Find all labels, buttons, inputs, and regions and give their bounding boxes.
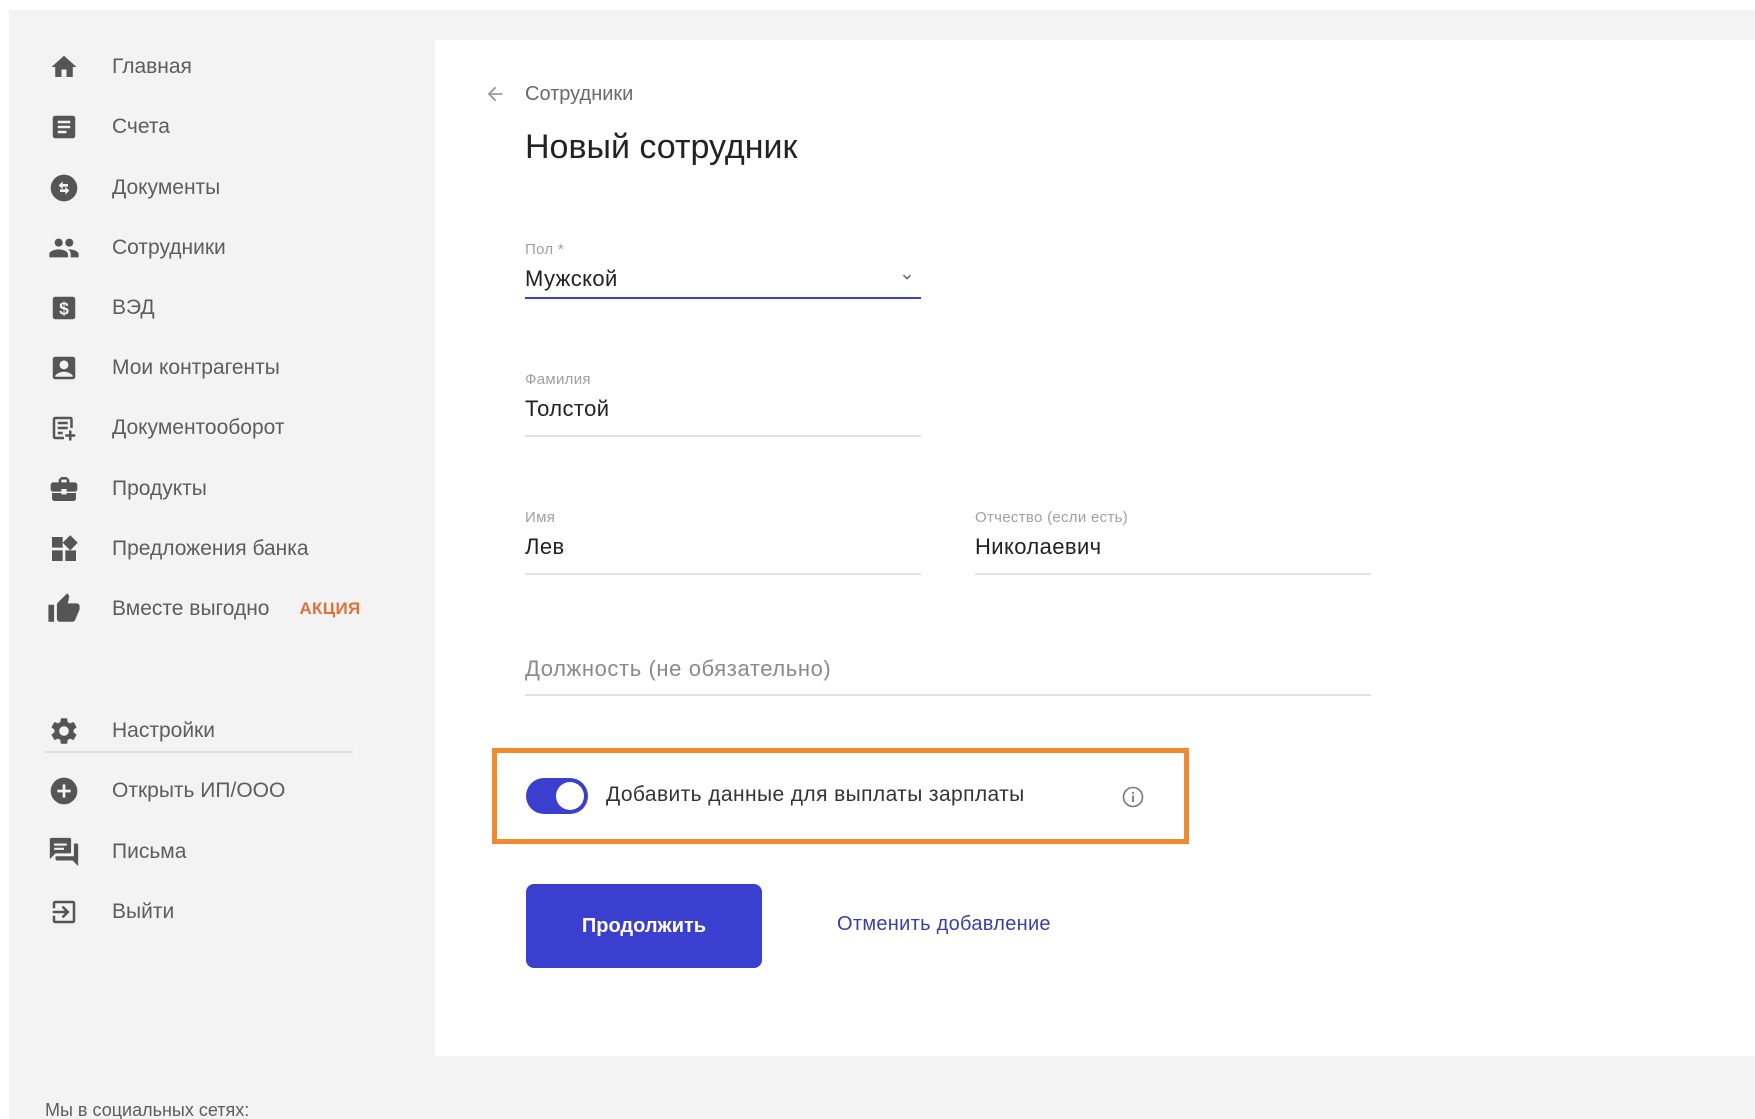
gender-value: Мужской bbox=[525, 266, 618, 291]
new-employee-card: Сотрудники Новый сотрудник Пол * Мужской… bbox=[435, 40, 1755, 1056]
back-arrow-icon[interactable] bbox=[483, 82, 507, 106]
salary-data-toggle[interactable] bbox=[526, 778, 588, 814]
widgets-icon bbox=[44, 529, 84, 569]
toggle-knob bbox=[556, 782, 584, 810]
svg-text:$: $ bbox=[59, 298, 69, 318]
logout-icon bbox=[44, 892, 84, 932]
sidebar-item-products[interactable]: Продукты bbox=[44, 469, 207, 509]
first-name-label: Имя bbox=[525, 509, 556, 526]
position-underline bbox=[525, 694, 1371, 696]
sidebar-item-bank-offers[interactable]: Предложения банка bbox=[44, 529, 309, 569]
chevron-down-icon bbox=[903, 274, 911, 280]
sidebar-item-ved[interactable]: $ ВЭД bbox=[44, 288, 155, 328]
breadcrumb-employees[interactable]: Сотрудники bbox=[525, 83, 633, 106]
sidebar-item-employees[interactable]: Сотрудники bbox=[44, 228, 226, 268]
briefcase-icon bbox=[44, 469, 84, 509]
sidebar-item-label: Документы bbox=[112, 176, 221, 199]
first-name-value: Лев bbox=[525, 534, 565, 559]
patronymic-label: Отчество (если есть) bbox=[975, 509, 1129, 526]
sidebar-item-label: Открыть ИП/ООО bbox=[112, 779, 286, 802]
sidebar-item-home[interactable]: Главная bbox=[44, 47, 192, 87]
sidebar-divider bbox=[45, 751, 353, 753]
patronymic-underline bbox=[975, 573, 1371, 575]
sidebar-item-label: Главная bbox=[112, 55, 192, 78]
position-placeholder: Должность (не обязательно) bbox=[525, 656, 832, 681]
sidebar-item-letters[interactable]: Письма bbox=[44, 832, 186, 872]
sidebar-item-label: Счета bbox=[112, 115, 170, 138]
salary-data-toggle-label[interactable]: Добавить данные для выплаты зарплаты bbox=[606, 783, 1025, 807]
last-name-value: Толстой bbox=[525, 396, 610, 421]
sidebar-item-label: Выйти bbox=[112, 900, 175, 923]
sidebar-item-label: Сотрудники bbox=[112, 236, 226, 259]
promo-badge: АКЦИЯ bbox=[299, 599, 361, 618]
dollar-icon: $ bbox=[44, 288, 84, 328]
breadcrumb[interactable]: Сотрудники bbox=[483, 82, 633, 106]
contact-card-icon bbox=[44, 348, 84, 388]
sidebar-item-settings[interactable]: Настройки bbox=[44, 711, 215, 751]
gender-select[interactable]: Пол * Мужской bbox=[525, 241, 921, 299]
sidebar-item-label: Письма bbox=[112, 840, 187, 863]
social-networks-label: Мы в социальных сетях: bbox=[45, 1100, 250, 1119]
last-name-underline bbox=[525, 435, 921, 437]
sidebar-item-label: Вместе выгодно bbox=[112, 597, 270, 620]
first-name-field[interactable]: Имя Лев bbox=[525, 509, 921, 575]
info-icon[interactable] bbox=[1121, 785, 1145, 809]
last-name-field[interactable]: Фамилия Толстой bbox=[525, 371, 921, 437]
sidebar-item-logout[interactable]: Выйти bbox=[44, 892, 174, 932]
plus-circle-icon bbox=[44, 771, 84, 811]
sidebar-item-label: Документооборот bbox=[112, 416, 285, 439]
continue-button[interactable]: Продолжить bbox=[526, 884, 762, 968]
document-add-icon bbox=[44, 408, 84, 448]
gender-label: Пол * bbox=[525, 241, 565, 258]
sidebar-item-label: Мои контрагенты bbox=[112, 356, 280, 379]
sidebar-item-open-company[interactable]: Открыть ИП/ООО bbox=[44, 771, 285, 811]
sidebar-item-label: ВЭД bbox=[112, 296, 155, 319]
sidebar-item-documents[interactable]: Документы bbox=[44, 168, 220, 208]
first-name-underline bbox=[525, 573, 921, 575]
sidebar-item-accounts[interactable]: Счета bbox=[44, 107, 170, 147]
sidebar-item-document-flow[interactable]: Документооборот bbox=[44, 408, 285, 448]
gender-underline bbox=[525, 297, 921, 299]
home-icon bbox=[44, 47, 84, 87]
sidebar-item-label: Продукты bbox=[112, 477, 207, 500]
gear-icon bbox=[44, 711, 84, 751]
people-icon bbox=[44, 228, 84, 268]
page: Главная Счета Документы Сотрудники $ ВЭД… bbox=[0, 0, 1755, 1119]
position-field[interactable]: Должность (не обязательно) bbox=[525, 656, 1371, 696]
patronymic-value: Николаевич bbox=[975, 534, 1102, 559]
app-window: Главная Счета Документы Сотрудники $ ВЭД… bbox=[9, 10, 1755, 1119]
documents-icon bbox=[44, 168, 84, 208]
accounts-icon bbox=[44, 107, 84, 147]
last-name-label: Фамилия bbox=[525, 371, 591, 388]
thumb-up-icon bbox=[44, 589, 84, 629]
messages-icon bbox=[44, 832, 84, 872]
page-title: Новый сотрудник bbox=[525, 128, 798, 166]
sidebar-item-together-profitable[interactable]: Вместе выгодно АКЦИЯ bbox=[44, 589, 361, 629]
sidebar-item-label: Предложения банка bbox=[112, 537, 309, 560]
sidebar-item-contractors[interactable]: Мои контрагенты bbox=[44, 348, 280, 388]
sidebar-item-label: Настройки bbox=[112, 719, 215, 742]
patronymic-field[interactable]: Отчество (если есть) Николаевич bbox=[975, 509, 1371, 575]
cancel-adding-link[interactable]: Отменить добавление bbox=[837, 913, 1051, 936]
sidebar: Главная Счета Документы Сотрудники $ ВЭД… bbox=[9, 10, 429, 1119]
